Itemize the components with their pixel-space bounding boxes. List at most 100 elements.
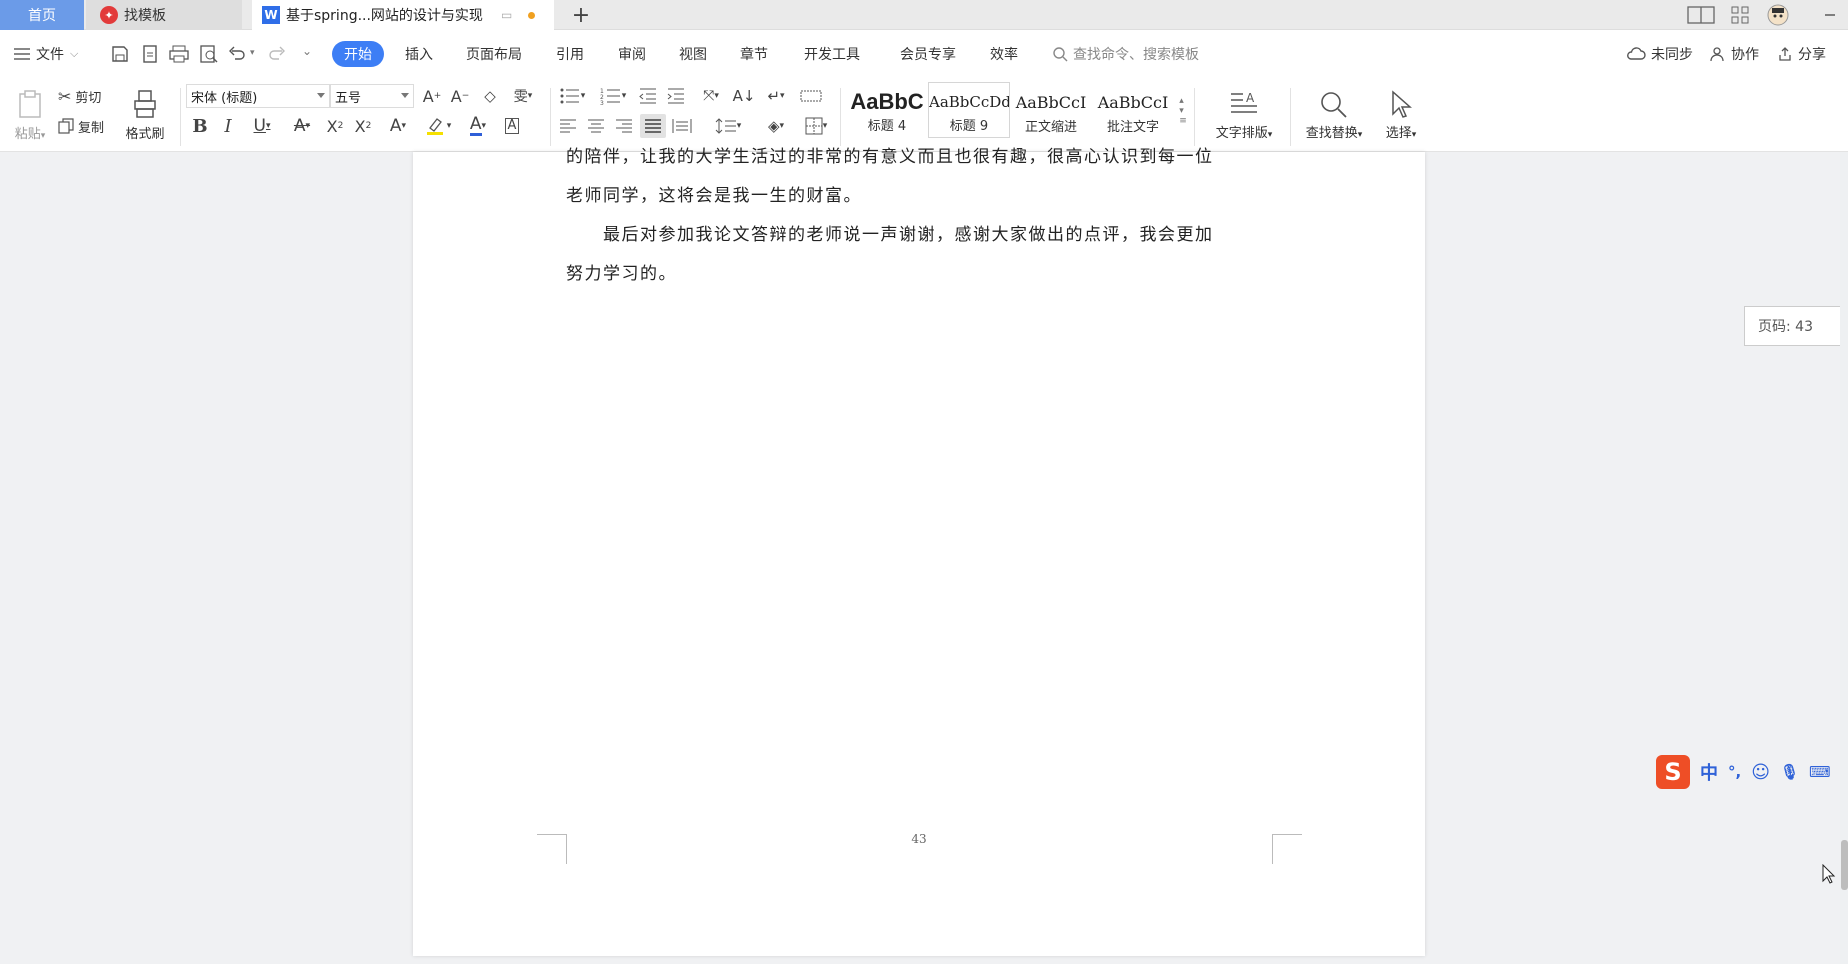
font-size-select[interactable]: 五号 xyxy=(330,84,414,108)
brush-icon xyxy=(134,89,156,118)
distribute-icon[interactable] xyxy=(670,114,694,138)
footer-page-number: 43 xyxy=(911,832,927,846)
bullets-icon[interactable]: ▾ xyxy=(556,84,588,108)
ime-punct-label[interactable]: °, xyxy=(1728,763,1741,781)
text-layout-icon: A xyxy=(1231,91,1257,113)
quick-access-more-icon[interactable]: ⌄ xyxy=(302,44,312,58)
export-pdf-icon[interactable] xyxy=(140,44,160,68)
ime-toolbar[interactable]: S 中 °, ☺ 🎙︎ ⌨ xyxy=(1656,752,1848,792)
decrease-indent-icon[interactable] xyxy=(636,84,660,108)
cut-button[interactable]: ✂ 剪切 xyxy=(58,84,101,108)
italic-icon[interactable]: I xyxy=(216,114,240,138)
select-label: 选择 xyxy=(1385,125,1412,141)
menu-tab-review[interactable]: 审阅 xyxy=(618,44,646,64)
format-painter-button[interactable]: 格式刷 xyxy=(122,82,168,148)
microphone-icon[interactable]: 🎙︎ xyxy=(1780,763,1799,781)
strikethrough-icon[interactable]: A ▾ xyxy=(284,114,320,138)
share-icon xyxy=(1779,47,1791,61)
style-heading-4[interactable]: AaBbC 标题 4 xyxy=(846,82,928,138)
menu-tab-developer[interactable]: 开发工具 xyxy=(804,44,860,64)
menu-tab-view[interactable]: 视图 xyxy=(679,44,707,64)
save-icon[interactable] xyxy=(110,44,130,68)
template-logo-icon: ✦ xyxy=(100,6,118,24)
tab-home-label: 首页 xyxy=(28,8,56,24)
ime-mode-label[interactable]: 中 xyxy=(1700,759,1718,785)
char-border-icon[interactable]: A xyxy=(500,114,524,138)
menu-tab-chapter[interactable]: 章节 xyxy=(740,44,768,64)
print-preview-icon[interactable] xyxy=(198,44,220,68)
redo-icon[interactable] xyxy=(268,44,286,66)
shrink-font-icon[interactable]: A − xyxy=(448,84,472,108)
text-direction-icon[interactable]: ⤧ ▾ xyxy=(694,84,728,108)
grid-apps-icon[interactable] xyxy=(1728,3,1752,27)
subscript-icon[interactable]: X2 xyxy=(350,114,376,138)
keyboard-icon[interactable]: ⌨ xyxy=(1809,763,1831,781)
menu-tab-references[interactable]: 引用 xyxy=(556,44,584,64)
font-name-select[interactable]: 宋体 (标题) xyxy=(186,84,330,108)
menu-tab-start[interactable]: 开始 xyxy=(332,41,384,67)
monitor-icon[interactable]: ▭ xyxy=(501,8,512,22)
select-button[interactable]: 选择▾ xyxy=(1376,84,1426,146)
borders-icon[interactable]: ▾ xyxy=(798,114,834,138)
user-avatar[interactable] xyxy=(1764,3,1792,27)
pointer-icon xyxy=(1392,89,1412,118)
show-marks-icon[interactable]: ↵ ▾ xyxy=(760,84,792,108)
grow-font-icon[interactable]: A + xyxy=(420,84,444,108)
paste-button[interactable]: 粘贴▾ xyxy=(10,82,50,148)
numbering-icon[interactable]: 1 2 3 ▾ xyxy=(596,84,630,108)
copy-label: 复制 xyxy=(78,120,105,136)
bold-icon[interactable]: B xyxy=(188,114,212,138)
emoji-icon[interactable]: ☺ xyxy=(1751,762,1770,783)
styles-scroll-icon[interactable]: ▴ ▾ ≡ xyxy=(1176,84,1190,138)
font-size-value: 五号 xyxy=(335,91,362,106)
paragraph-line: 老师同学，这将会是我一生的财富。 xyxy=(566,186,862,206)
phonetic-guide-icon[interactable]: 雯 ▾ xyxy=(506,84,540,108)
align-right-icon[interactable] xyxy=(612,114,636,138)
scrollbar-thumb[interactable] xyxy=(1841,840,1848,890)
sync-button[interactable]: 未同步 xyxy=(1626,44,1693,64)
new-tab-button[interactable]: + xyxy=(568,2,594,28)
sogou-logo-icon: S xyxy=(1656,755,1690,789)
share-button[interactable]: 分享 xyxy=(1777,44,1826,64)
undo-button[interactable]: ▾ xyxy=(228,44,255,62)
tab-home[interactable]: 首页 xyxy=(0,0,84,30)
find-replace-button[interactable]: 查找替换▾ xyxy=(1298,84,1370,146)
mouse-cursor-icon xyxy=(1822,864,1836,884)
style-body-indent[interactable]: AaBbCcI 正文缩进 xyxy=(1010,82,1092,138)
document-page[interactable]: 的陪伴，让我的大学生活过的非常的有意义而且也很有趣，很高心认识到每一位 老师同学… xyxy=(413,147,1425,956)
style-comment-text[interactable]: AaBbCcI 批注文字 xyxy=(1092,82,1174,138)
underline-icon[interactable]: U ▾ xyxy=(244,114,280,138)
svg-text:3: 3 xyxy=(600,100,604,105)
tab-template[interactable]: ✦ 找模板 xyxy=(86,0,242,30)
font-color-icon[interactable]: A ▾ xyxy=(460,114,496,138)
collaborate-button[interactable]: 协作 xyxy=(1710,44,1759,64)
highlight-icon[interactable]: ▾ xyxy=(420,114,456,138)
line-spacing-icon[interactable]: ▾ xyxy=(710,114,746,138)
menu-tab-page-layout[interactable]: 页面布局 xyxy=(466,44,522,64)
menu-tab-member[interactable]: 会员专享 xyxy=(900,44,956,64)
shading-icon[interactable]: ◈ ▾ xyxy=(758,114,794,138)
align-left-icon[interactable] xyxy=(556,114,580,138)
style-heading-9[interactable]: AaBbCcDd 标题 9 xyxy=(928,82,1010,138)
clear-format-icon[interactable]: ◇ xyxy=(478,84,502,108)
superscript-icon[interactable]: X2 xyxy=(322,114,348,138)
table-borders-icon[interactable] xyxy=(798,84,824,108)
menu-tab-insert[interactable]: 插入 xyxy=(405,44,433,64)
justify-icon[interactable] xyxy=(640,114,666,138)
paste-label: 粘贴 xyxy=(14,126,41,142)
align-center-icon[interactable] xyxy=(584,114,608,138)
print-icon[interactable] xyxy=(168,44,190,68)
text-layout-button[interactable]: A 文字排版▾ xyxy=(1204,84,1284,146)
minimize-icon[interactable] xyxy=(1818,3,1842,27)
writer-doc-icon: W xyxy=(262,6,280,24)
layout-toggle-icon[interactable] xyxy=(1686,3,1716,27)
text-effect-icon[interactable]: A ▾ xyxy=(382,114,414,138)
command-search[interactable]: 查找命令、搜索模板 xyxy=(1052,44,1199,64)
menu-tab-efficiency[interactable]: 效率 xyxy=(990,44,1018,64)
file-menu[interactable]: 文件 ⌵ xyxy=(14,44,78,64)
copy-button[interactable]: 复制 xyxy=(58,114,104,138)
file-menu-label: 文件 xyxy=(36,47,64,63)
sort-icon[interactable]: A↓ xyxy=(732,84,756,108)
increase-indent-icon[interactable] xyxy=(664,84,688,108)
tab-document[interactable]: W 基于spring...网站的设计与实现 ▭ xyxy=(252,0,554,30)
